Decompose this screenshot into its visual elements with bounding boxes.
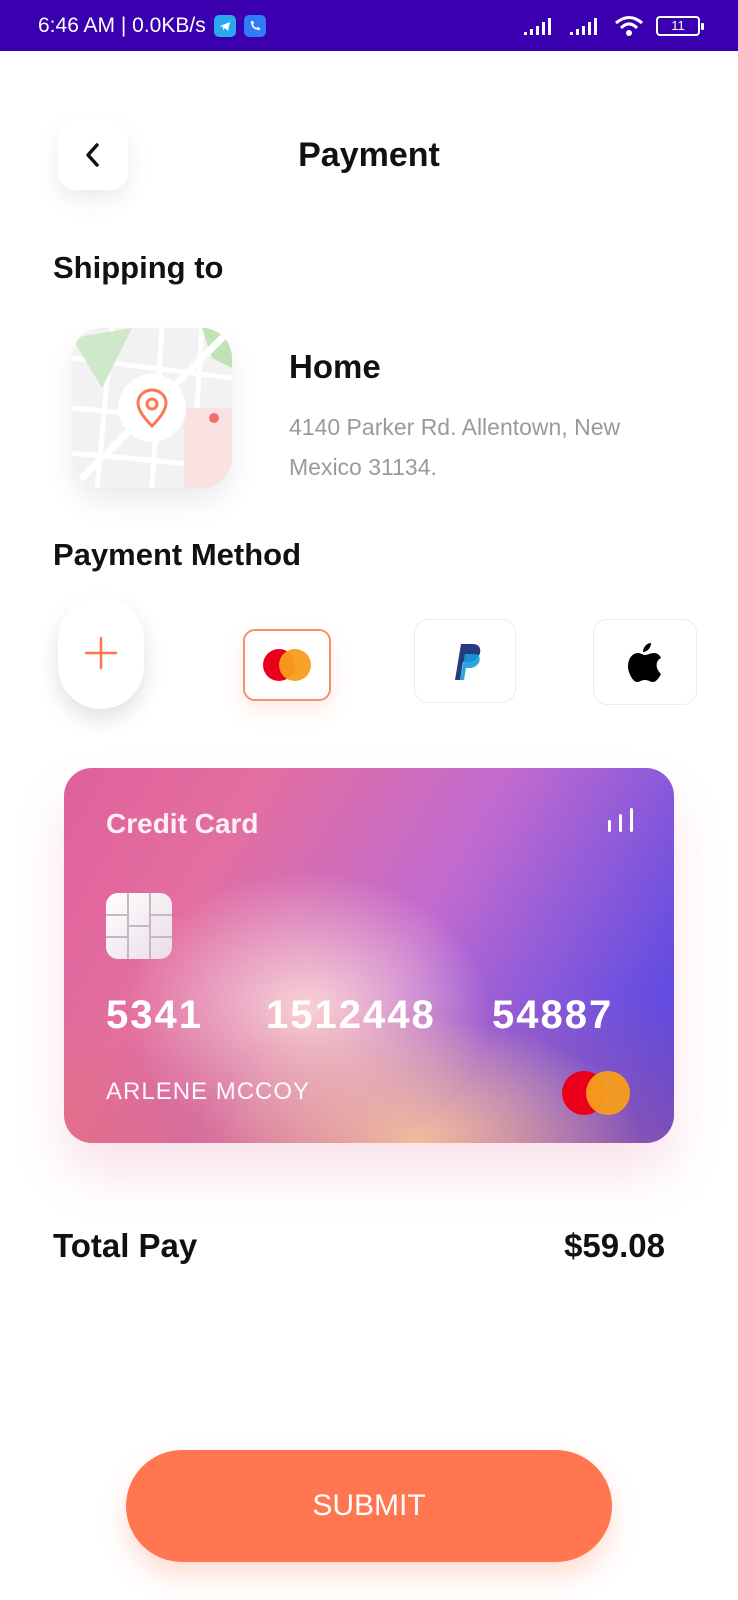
card-number-group-3: 54887 [492,993,614,1037]
payment-method-title: Payment Method [53,537,302,572]
address-label: Home [289,348,381,385]
plus-icon [84,636,118,670]
address-text: 4140 Parker Rd. Allentown, New Mexico 31… [289,414,621,480]
total-label: Total Pay [53,1227,198,1264]
status-time: 6:46 AM | 0.0KB/s [38,13,206,37]
wifi-icon [615,15,643,36]
page-title: Payment [298,136,440,174]
mastercard-icon [263,649,311,681]
chip-icon [106,893,172,959]
card-number-group-2: 1512448 [266,993,436,1037]
contactless-icon [608,808,633,832]
card-type-label: Credit Card [106,808,259,839]
status-left: 6:46 AM | 0.0KB/s [38,14,266,38]
phone-app-icon [243,14,266,37]
submit-button[interactable]: SUBMIT [126,1450,612,1562]
status-right: 11 [522,15,704,37]
battery-level: 11 [671,18,685,33]
total-value: $59.08 [564,1227,665,1264]
status-bar: 6:46 AM | 0.0KB/s 11 [0,0,738,51]
battery-icon: 11 [656,15,704,36]
paypal-icon [455,644,481,680]
apple-pay-option[interactable] [593,619,697,705]
shipping-section-title: Shipping to [53,250,224,285]
apple-icon [628,643,661,682]
card-holder-name: ARLENE MCCOY [106,1078,311,1105]
telegram-icon [213,14,236,37]
signal-icon [524,17,551,35]
map-thumbnail[interactable] [72,328,232,488]
card-number-group-1: 5341 [106,993,203,1037]
paypal-option[interactable] [414,619,516,703]
mastercard-icon [562,1071,630,1115]
mastercard-option[interactable] [243,629,331,701]
add-payment-button[interactable] [58,597,144,709]
credit-card[interactable]: Credit Card 5341 1512448 54887 ARLENE MC… [64,768,674,1143]
signal-icon-2 [570,17,597,35]
